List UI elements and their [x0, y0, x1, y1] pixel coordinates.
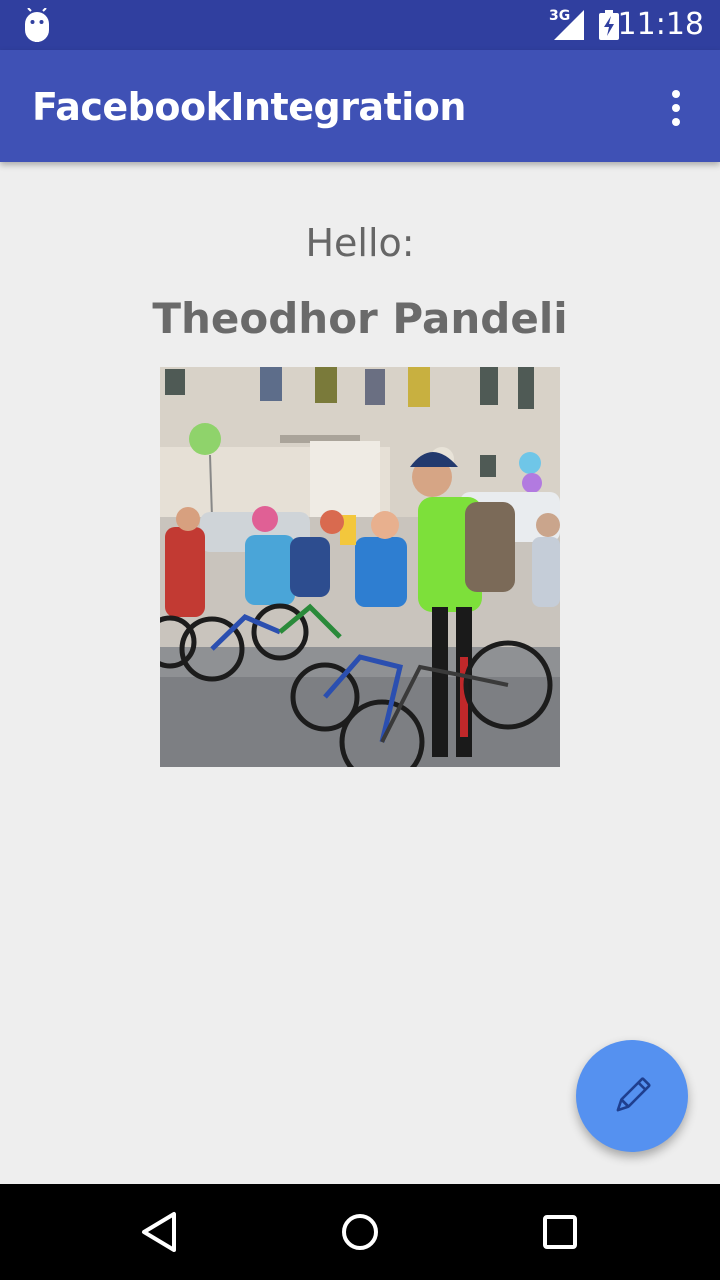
overflow-menu-icon-dot — [672, 104, 680, 112]
network-type-label: 3G — [549, 8, 571, 24]
back-icon[interactable] — [136, 1208, 184, 1256]
edit-pencil-icon — [616, 1077, 651, 1112]
recents-icon[interactable] — [536, 1208, 584, 1256]
greeting-label: Hello: — [305, 221, 415, 265]
android-debug-icon — [25, 8, 49, 42]
main-content: Hello: Theodhor Pandeli — [0, 162, 720, 1184]
overflow-menu-icon-dot — [672, 118, 680, 126]
overflow-menu-button[interactable] — [654, 86, 698, 130]
app-bar: FacebookIntegration — [0, 50, 720, 162]
status-bar: 3G 11:18 — [0, 0, 720, 50]
group-of-cyclists-photo — [160, 367, 560, 767]
home-icon[interactable] — [336, 1208, 384, 1256]
overflow-menu-icon — [672, 90, 680, 98]
profile-photo — [160, 367, 560, 767]
screen: 3G 11:18 FacebookIntegration Hello: Theo… — [0, 0, 720, 1280]
edit-fab-button[interactable] — [576, 1040, 688, 1152]
app-title: FacebookIntegration — [32, 85, 466, 129]
navigation-bar — [0, 1184, 720, 1280]
status-clock: 11:18 — [617, 7, 704, 42]
user-name: Theodhor Pandeli — [152, 294, 568, 343]
